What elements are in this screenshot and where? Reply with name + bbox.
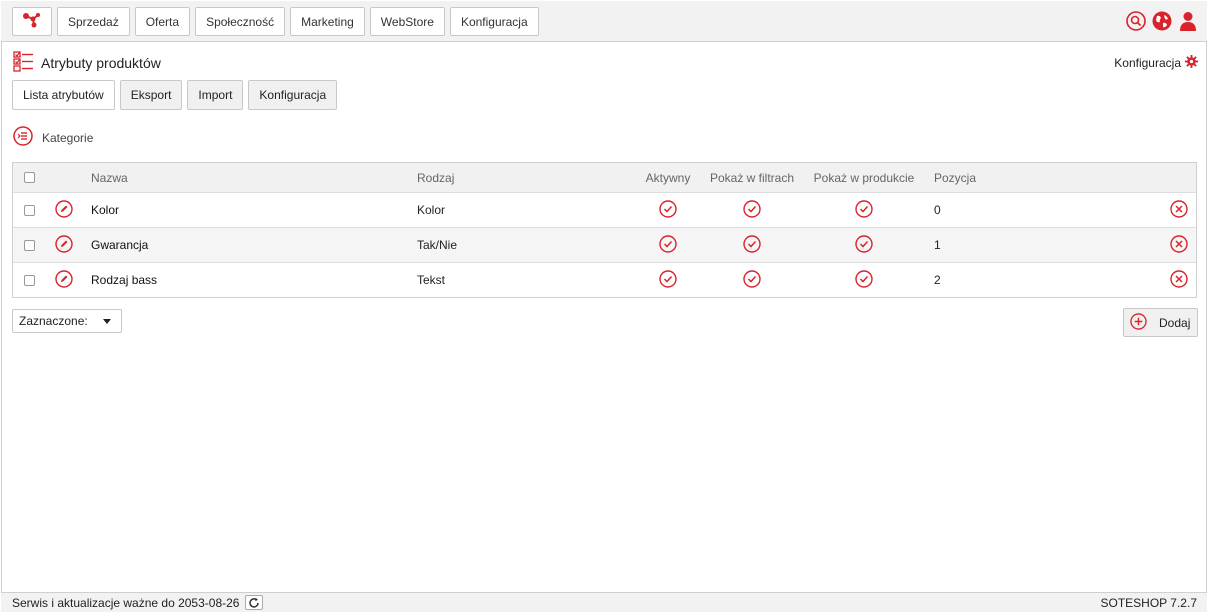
table-row: Gwarancja Tak/Nie 1 bbox=[13, 227, 1196, 262]
header-config-label: Konfiguracja bbox=[1114, 56, 1181, 70]
plus-circle-icon bbox=[1130, 312, 1147, 333]
header-config-link[interactable]: Konfiguracja bbox=[1114, 55, 1198, 71]
check-circle-icon[interactable] bbox=[743, 234, 761, 256]
category-filter[interactable]: Kategorie bbox=[13, 126, 93, 149]
check-circle-icon[interactable] bbox=[743, 199, 761, 221]
version-label: SOTESHOP 7.2.7 bbox=[1100, 596, 1198, 610]
close-circle-icon[interactable] bbox=[1170, 234, 1188, 256]
check-circle-icon[interactable] bbox=[855, 234, 873, 256]
close-circle-icon[interactable] bbox=[1170, 199, 1188, 221]
check-circle-icon[interactable] bbox=[855, 269, 873, 291]
row-checkbox[interactable] bbox=[24, 204, 35, 216]
refresh-icon[interactable] bbox=[245, 595, 264, 610]
check-circle-icon[interactable] bbox=[855, 199, 873, 221]
nav-spolecznosc[interactable]: Społeczność bbox=[195, 7, 286, 36]
gear-icon bbox=[1185, 55, 1198, 71]
row-type: Tak/Nie bbox=[417, 238, 458, 252]
nav-konfiguracja[interactable]: Konfiguracja bbox=[449, 7, 539, 36]
row-checkbox[interactable] bbox=[24, 274, 35, 286]
bulk-action-value: Zaznaczone: bbox=[19, 314, 88, 328]
pencil-icon[interactable] bbox=[55, 199, 73, 221]
tab-eksport[interactable]: Eksport bbox=[119, 80, 183, 110]
tab-konfiguracja[interactable]: Konfiguracja bbox=[248, 80, 338, 110]
top-icons bbox=[1125, 10, 1198, 31]
nav-webstore[interactable]: WebStore bbox=[369, 7, 445, 36]
search-icon[interactable] bbox=[1125, 10, 1146, 31]
row-name[interactable]: Kolor bbox=[91, 193, 119, 227]
tab-import[interactable]: Import bbox=[187, 80, 244, 110]
col-nazwa[interactable]: Nazwa bbox=[91, 163, 128, 192]
user-icon[interactable] bbox=[1177, 10, 1198, 31]
nav-oferta[interactable]: Oferta bbox=[134, 7, 191, 36]
tab-lista-atrybutow[interactable]: Lista atrybutów bbox=[12, 80, 115, 110]
check-circle-icon[interactable] bbox=[659, 269, 677, 291]
caret-down-icon bbox=[103, 319, 111, 324]
col-pokaz-w-produkcie[interactable]: Pokaż w produkcie bbox=[811, 163, 917, 192]
row-type: Tekst bbox=[417, 273, 446, 287]
col-rodzaj[interactable]: Rodzaj bbox=[417, 163, 454, 192]
category-list-icon bbox=[13, 126, 33, 149]
table-row: Kolor Kolor 0 bbox=[13, 192, 1196, 227]
bulk-action-select[interactable]: Zaznaczone: bbox=[12, 309, 122, 333]
category-label: Kategorie bbox=[42, 130, 94, 145]
table-header-row: Nazwa Rodzaj Aktywny Pokaż w filtrach Po… bbox=[13, 163, 1196, 192]
molecule-icon bbox=[22, 12, 42, 31]
nav-marketing[interactable]: Marketing bbox=[290, 7, 365, 36]
sub-tabs: Lista atrybutów Eksport Import Konfigura… bbox=[12, 80, 338, 110]
home-logo-button[interactable] bbox=[12, 7, 52, 36]
row-name[interactable]: Rodzaj bass bbox=[91, 263, 157, 297]
table-row: Rodzaj bass Tekst 2 bbox=[13, 262, 1196, 297]
select-all-checkbox[interactable] bbox=[24, 172, 35, 183]
check-circle-icon[interactable] bbox=[659, 199, 677, 221]
page-title: Atrybuty produktów bbox=[41, 55, 161, 71]
check-circle-icon[interactable] bbox=[659, 234, 677, 256]
main-nav: Sprzedaż Oferta Społeczność Marketing We… bbox=[57, 7, 539, 36]
pencil-icon[interactable] bbox=[55, 234, 73, 256]
top-bar: Sprzedaż Oferta Społeczność Marketing We… bbox=[1, 1, 1207, 42]
col-pokaz-w-filtrach[interactable]: Pokaż w filtrach bbox=[707, 163, 797, 192]
row-type: Kolor bbox=[417, 203, 446, 217]
col-pozycja[interactable]: Pozycja bbox=[934, 163, 976, 192]
attributes-table: Nazwa Rodzaj Aktywny Pokaż w filtrach Po… bbox=[12, 162, 1197, 298]
row-position: 2 bbox=[934, 273, 941, 287]
nav-sprzedaz[interactable]: Sprzedaż bbox=[57, 7, 130, 36]
add-button-label: Dodaj bbox=[1159, 315, 1191, 330]
pencil-icon[interactable] bbox=[55, 269, 73, 291]
service-validity-text: Serwis i aktualizacje ważne do 2053-08-2… bbox=[12, 595, 240, 610]
close-circle-icon[interactable] bbox=[1170, 269, 1188, 291]
row-position: 0 bbox=[934, 203, 941, 217]
col-aktywny[interactable]: Aktywny bbox=[633, 163, 703, 192]
check-circle-icon[interactable] bbox=[743, 269, 761, 291]
globe-icon[interactable] bbox=[1151, 10, 1172, 31]
add-button[interactable]: Dodaj bbox=[1123, 308, 1198, 337]
checklist-icon bbox=[13, 51, 34, 75]
page-header: Atrybuty produktów bbox=[13, 51, 161, 75]
row-checkbox[interactable] bbox=[24, 239, 35, 251]
footer: Serwis i aktualizacje ważne do 2053-08-2… bbox=[1, 592, 1207, 612]
row-name[interactable]: Gwarancja bbox=[91, 228, 148, 262]
row-position: 1 bbox=[934, 238, 941, 252]
